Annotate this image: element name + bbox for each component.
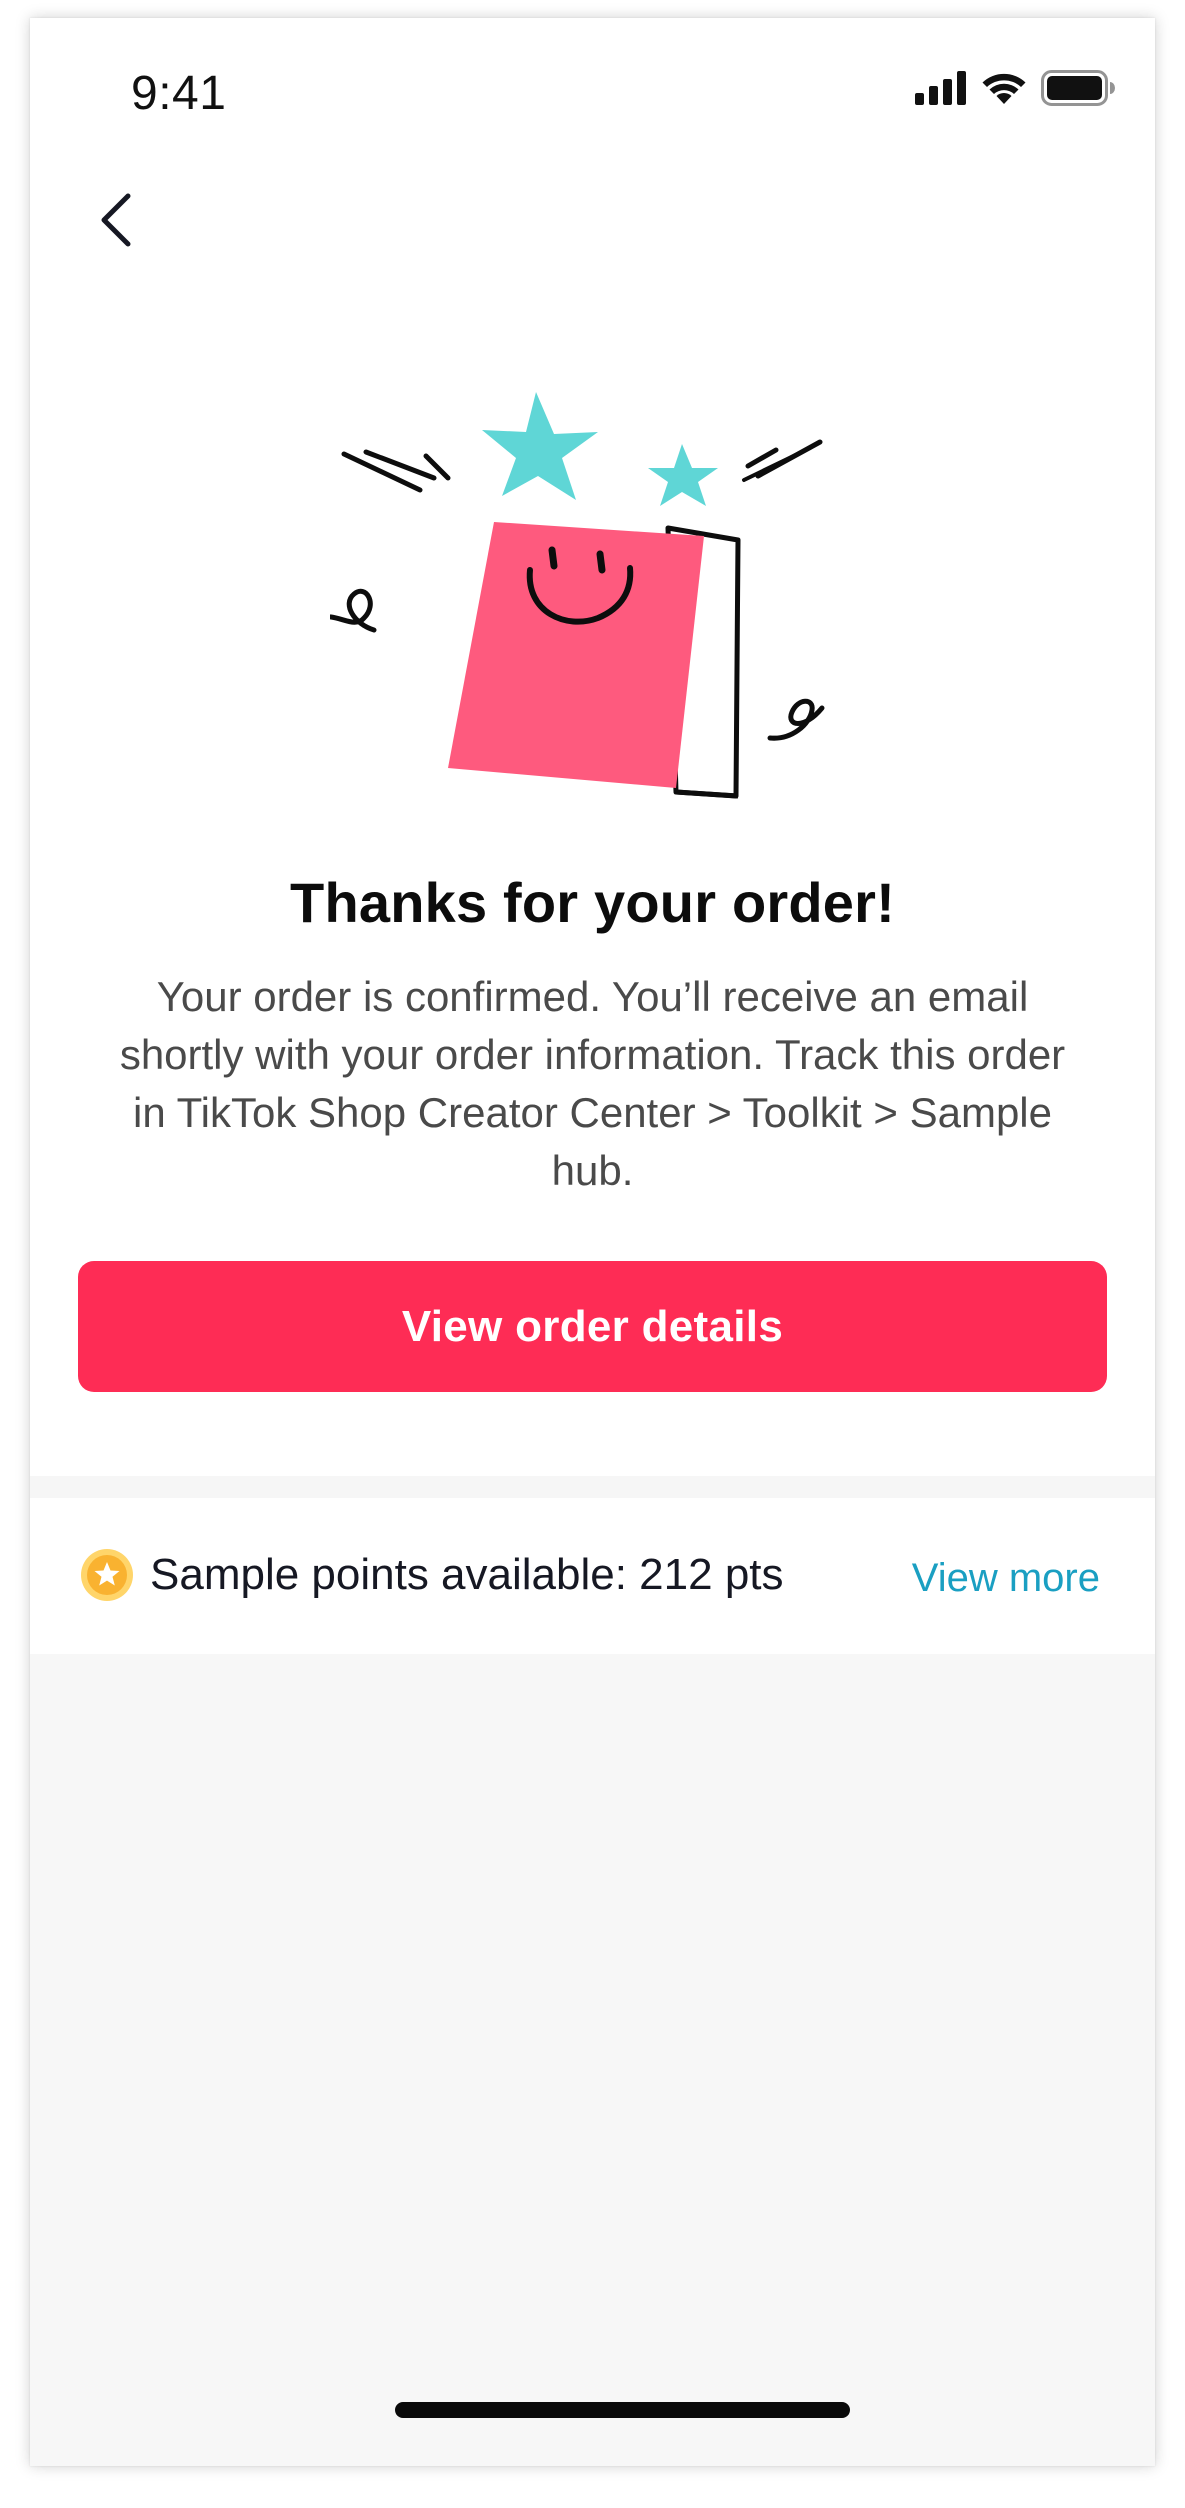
page-title: Thanks for your order!: [290, 871, 895, 934]
section-divider: [30, 1476, 1155, 1498]
wifi-icon: [982, 73, 1026, 104]
view-order-details-button[interactable]: View order details: [78, 1261, 1107, 1392]
home-indicator[interactable]: [395, 2402, 850, 2418]
status-time: 9:41: [131, 67, 227, 120]
signal-icon: [915, 71, 966, 105]
view-more-link[interactable]: View more: [912, 1556, 1100, 1601]
coin-star-icon: [81, 1549, 133, 1601]
battery-icon: [1041, 70, 1115, 106]
happy-book-stars-illustration: [330, 392, 825, 799]
sample-points-label: Sample points available: 212 pts: [150, 1550, 784, 1599]
phone-screen: 9:41 Thanks for your order! Your order i…: [30, 18, 1155, 2466]
view-order-details-label: View order details: [401, 1301, 784, 1351]
confirmation-message: Your order is confirmed. You’ll receive …: [119, 973, 1066, 1194]
empty-content-area: [30, 1654, 1155, 2466]
sample-points-row: Sample points available: 212 pts View mo…: [30, 1498, 1155, 1654]
chevron-left-icon: [101, 193, 131, 247]
back-button[interactable]: [76, 180, 156, 260]
status-icons: [915, 68, 1115, 108]
status-bar: 9:41: [30, 18, 1155, 168]
